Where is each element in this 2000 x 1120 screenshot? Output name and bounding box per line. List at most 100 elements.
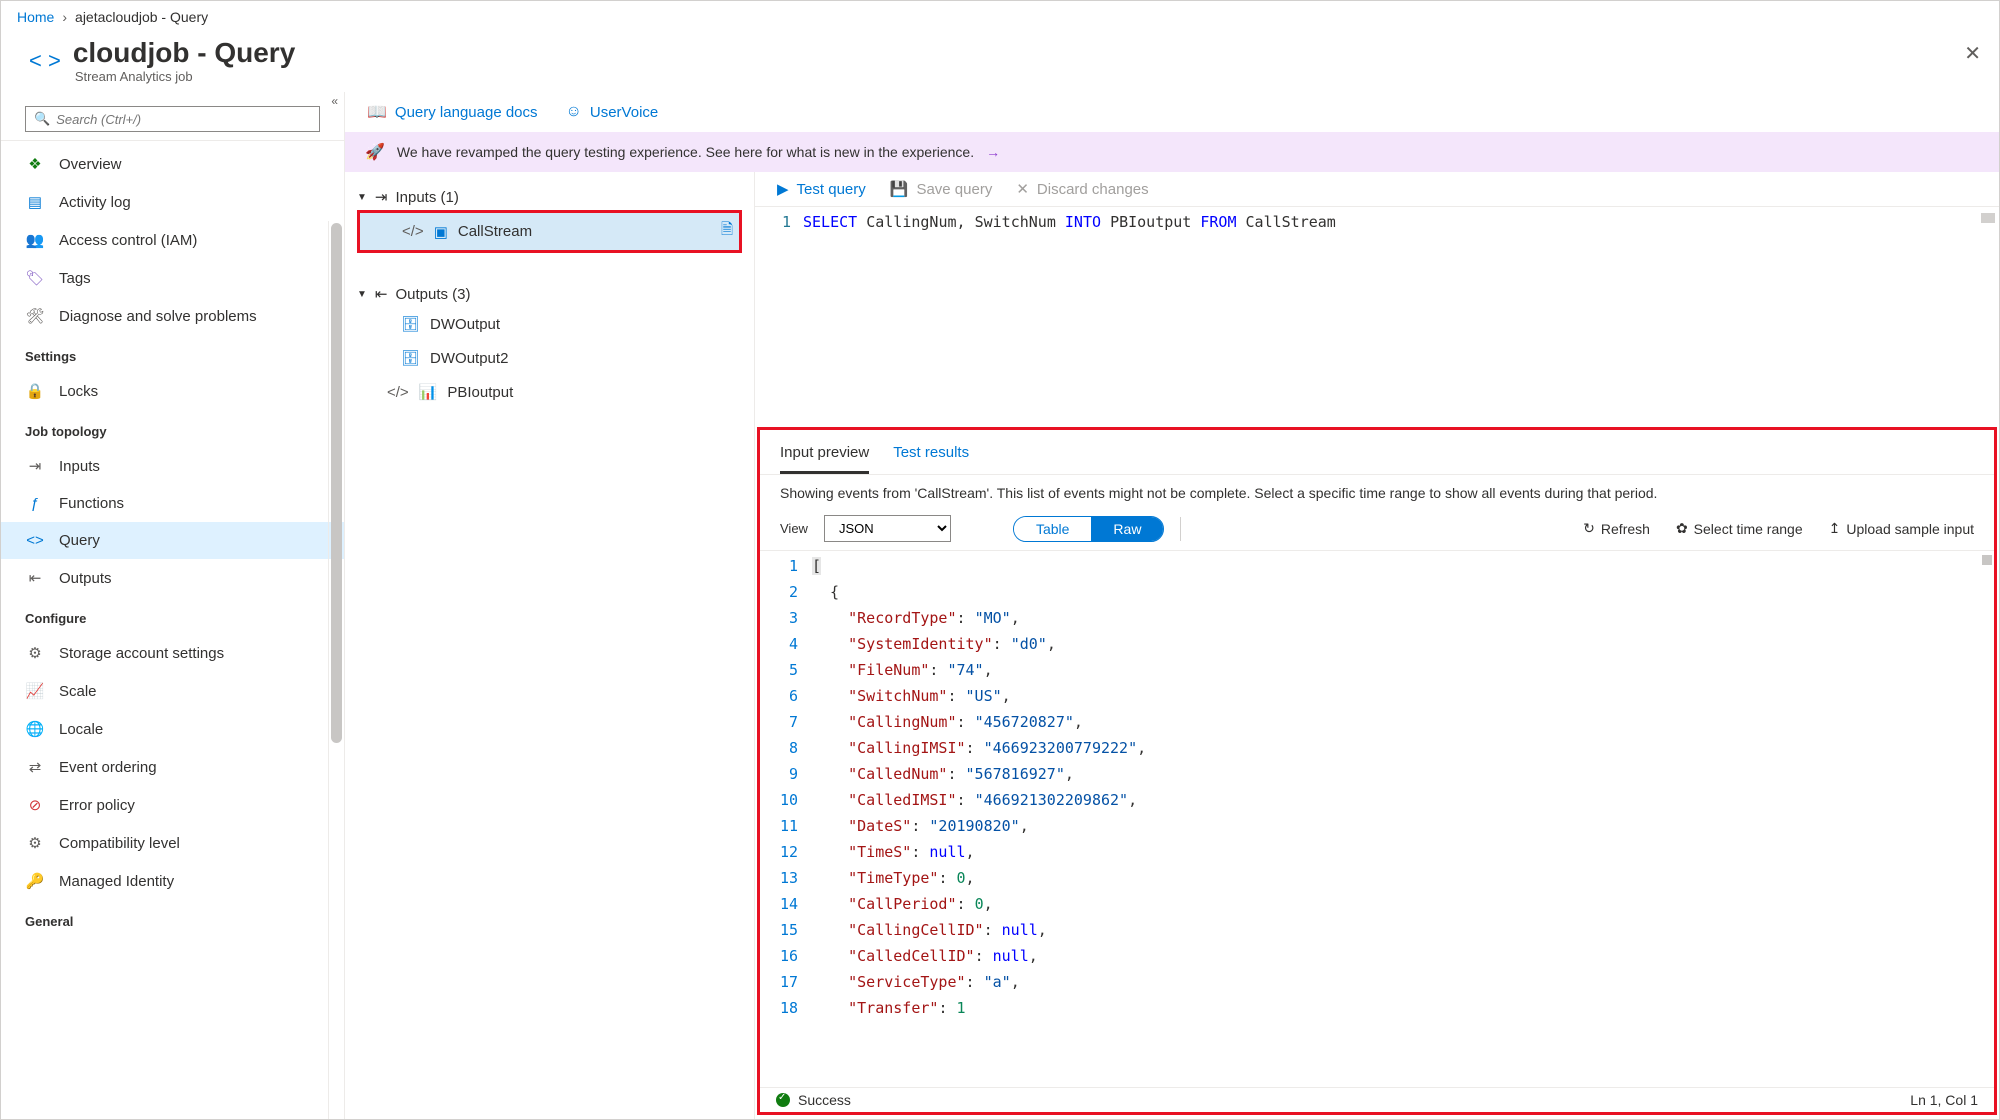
code-icon: </> <box>402 223 424 240</box>
nav-label: Storage account settings <box>59 645 224 662</box>
nav-compat[interactable]: ⚙Compatibility level <box>1 824 344 862</box>
globe-icon: 🌐 <box>25 720 45 738</box>
nav-label: Query <box>59 532 100 549</box>
nav-tags[interactable]: 🏷Tags <box>1 259 344 297</box>
minimap[interactable] <box>1981 213 1995 223</box>
status-text: Success <box>798 1092 851 1108</box>
input-callstream[interactable]: </> ▣ CallStream 🗎 <box>357 210 742 253</box>
nav-locale[interactable]: 🌐 Locale <box>1 710 344 748</box>
collapse-sidebar-icon[interactable]: « <box>331 94 338 108</box>
nav-outputs[interactable]: ⇤Outputs <box>1 559 344 597</box>
nav-label: Error policy <box>59 797 135 814</box>
nav-activity-log[interactable]: ▤Activity log <box>1 183 344 221</box>
nav-label: Managed Identity <box>59 873 174 890</box>
code-editor[interactable]: 1 SELECT CallingNum, SwitchNum INTO PBIo… <box>755 207 1999 427</box>
output-dwoutput2[interactable]: 🗄 DWOutput2 <box>357 341 742 375</box>
nav-event-ordering[interactable]: ⇄Event ordering <box>1 748 344 786</box>
section-general: General <box>1 900 344 937</box>
preview-frame: Input preview Test results Showing event… <box>757 427 1997 1115</box>
nav-storage[interactable]: ⚙ Storage account settings <box>1 634 344 672</box>
nav-access-control[interactable]: 👥Access control (IAM) <box>1 221 344 259</box>
act-label: Test query <box>797 181 866 198</box>
json-view[interactable]: 123456789101112131415161718 [ { "RecordT… <box>760 550 1994 1087</box>
caret-down-icon: ▼ <box>357 192 367 203</box>
view-select[interactable]: JSON <box>824 515 951 542</box>
search-field[interactable] <box>56 112 311 127</box>
nav-label: Overview <box>59 156 122 173</box>
output-dwoutput[interactable]: 🗄 DWOutput <box>357 307 742 341</box>
breadcrumb-sep: › <box>62 9 67 25</box>
functions-icon: ƒ <box>25 495 45 512</box>
group-label: Outputs (3) <box>395 286 470 303</box>
code-line[interactable]: SELECT CallingNum, SwitchNum INTO PBIout… <box>803 213 1336 421</box>
powerbi-icon: 📊 <box>419 383 438 401</box>
nav-scroll[interactable]: ❖ Overview ▤Activity log 👥Access control … <box>1 140 344 1119</box>
toggle-raw[interactable]: Raw <box>1091 517 1163 541</box>
caret-down-icon: ▼ <box>357 289 367 300</box>
nav-label: Access control (IAM) <box>59 232 197 249</box>
link-label: Query language docs <box>395 104 538 121</box>
statusbar: Success Ln 1, Col 1 <box>760 1087 1994 1112</box>
act-label: Discard changes <box>1037 181 1149 198</box>
code-icon: </> <box>387 384 409 401</box>
inputs-icon: ⇥ <box>25 457 45 475</box>
nav-label: Locks <box>59 383 98 400</box>
discard-changes-button[interactable]: ✕Discard changes <box>1016 180 1148 198</box>
output-pbioutput[interactable]: </> 📊 PBIoutput <box>357 375 742 409</box>
sidebar-scrollbar[interactable] <box>328 221 344 1119</box>
section-configure: Configure <box>1 597 344 634</box>
scale-icon: 📈 <box>25 682 45 700</box>
save-query-button[interactable]: 💾Save query <box>890 180 993 198</box>
nav-functions[interactable]: ƒFunctions <box>1 485 344 522</box>
nav-diagnose[interactable]: 🛠Diagnose and solve problems <box>1 297 344 335</box>
rocket-icon: 🚀 <box>365 142 385 162</box>
view-toggle: Table Raw <box>1013 516 1164 542</box>
select-time-range-button[interactable]: ✿Select time range <box>1676 520 1803 537</box>
breadcrumb: Home › ajetacloudjob - Query <box>1 1 1999 33</box>
outputs-group-icon: ⇤ <box>375 285 388 303</box>
group-label: Inputs (1) <box>395 189 458 206</box>
nav-label: Tags <box>59 270 91 287</box>
identity-icon: 🔑 <box>25 872 45 890</box>
nav-label: Locale <box>59 721 103 738</box>
nav-scale[interactable]: 📈Scale <box>1 672 344 710</box>
success-icon <box>776 1093 790 1107</box>
close-icon[interactable]: ✕ <box>1964 41 1981 66</box>
nav-locks[interactable]: 🔒Locks <box>1 372 344 410</box>
nav-managed-identity[interactable]: 🔑 Managed Identity <box>1 862 344 900</box>
json-body[interactable]: [ { "RecordType": "MO", "SystemIdentity"… <box>812 551 1146 1087</box>
outputs-group-header[interactable]: ▼ ⇤ Outputs (3) <box>357 281 742 307</box>
preview-controls: View JSON Table Raw ↻Refresh ✿Select tim… <box>760 511 1994 550</box>
rl-label: Refresh <box>1601 521 1650 537</box>
io-tree: ▼ ⇥ Inputs (1) </> ▣ CallStream 🗎 <box>345 172 755 1119</box>
banner-text: We have revamped the query testing exper… <box>397 144 974 160</box>
act-label: Save query <box>916 181 992 198</box>
nav-label: Diagnose and solve problems <box>59 308 257 325</box>
tab-input-preview[interactable]: Input preview <box>780 438 869 474</box>
info-banner[interactable]: 🚀 We have revamped the query testing exp… <box>345 132 1999 172</box>
refresh-button[interactable]: ↻Refresh <box>1583 520 1650 537</box>
nav-overview[interactable]: ❖ Overview <box>1 145 344 183</box>
uservoice-link[interactable]: ☺UserVoice <box>566 103 659 121</box>
nav-query[interactable]: <>Query <box>1 522 344 559</box>
overview-icon: ❖ <box>25 155 45 173</box>
test-query-button[interactable]: ▶Test query <box>777 180 866 198</box>
tab-test-results[interactable]: Test results <box>893 438 969 474</box>
breadcrumb-home[interactable]: Home <box>17 9 54 25</box>
gear-icon: ⚙ <box>25 644 45 662</box>
query-docs-link[interactable]: 📖Query language docs <box>367 102 538 122</box>
document-icon: 🗎 <box>721 219 733 244</box>
search-input[interactable]: 🔍 <box>25 106 320 132</box>
editor-actions: ▶Test query 💾Save query ✕Discard changes <box>755 172 1999 207</box>
json-scrollbar[interactable] <box>1982 555 1992 565</box>
nav-error-policy[interactable]: ⊘ Error policy <box>1 786 344 824</box>
toggle-table[interactable]: Table <box>1014 517 1091 541</box>
upload-sample-button[interactable]: ↥Upload sample input <box>1829 520 1974 537</box>
inputs-group-header[interactable]: ▼ ⇥ Inputs (1) <box>357 184 742 210</box>
page-title: cloudjob - Query <box>73 37 295 69</box>
breadcrumb-current: ajetacloudjob - Query <box>75 9 208 25</box>
nav-inputs[interactable]: ⇥Inputs <box>1 447 344 485</box>
rl-label: Select time range <box>1694 521 1803 537</box>
error-icon: ⊘ <box>25 796 45 814</box>
json-gutter: 123456789101112131415161718 <box>760 551 812 1087</box>
